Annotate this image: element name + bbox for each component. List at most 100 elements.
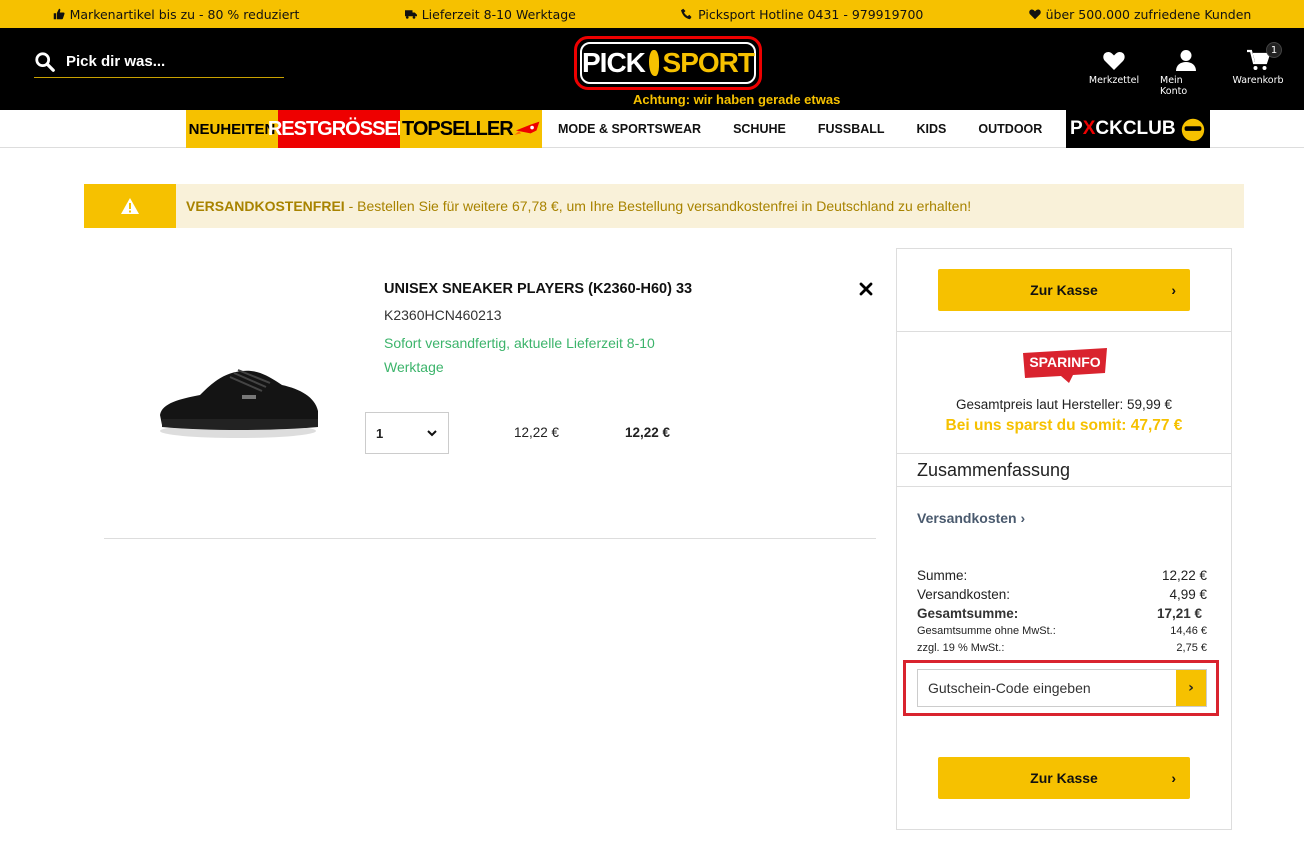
cart-button[interactable]: 1 Warenkorb	[1232, 42, 1284, 97]
alert-icon-box	[84, 184, 176, 228]
summary-row-shipping: Versandkosten: 4,99 €	[917, 587, 1207, 606]
savings-amount: Bei uns sparst du somit: 47,77 €	[945, 417, 1183, 434]
summary-row-subtotal: Summe: 12,22 €	[917, 568, 1207, 587]
nav-link-kids[interactable]: KIDS	[901, 110, 963, 148]
picksport-logo[interactable]: PICK SPORT	[574, 36, 762, 90]
rocket-icon	[514, 121, 540, 135]
phone-icon	[681, 8, 692, 20]
cart-label: Warenkorb	[1232, 75, 1284, 86]
row-label: Summe:	[917, 568, 968, 583]
alert-message: VERSANDKOSTENFREI - Bestellen Sie für we…	[176, 198, 971, 214]
logo-text-pick: PICK	[582, 47, 646, 78]
checkout-button-top[interactable]: Zur Kasse ›	[938, 269, 1190, 311]
bird-icon	[648, 50, 659, 76]
wishlist-button[interactable]: Merkzettel	[1088, 48, 1140, 97]
account-label: Mein Konto	[1160, 75, 1188, 97]
separator	[897, 486, 1231, 487]
quantity-select[interactable]: 1	[365, 412, 449, 454]
chevron-right-icon: ›	[1171, 770, 1176, 786]
thumbs-up-icon	[53, 8, 65, 20]
sparinfo-badge: SPARINFO	[1023, 348, 1107, 383]
row-value: 4,99 €	[1169, 587, 1207, 602]
order-summary-panel: Zur Kasse › SPARINFO Gesamtpreis laut He…	[896, 248, 1232, 830]
heart-icon	[1103, 52, 1125, 70]
coupon-submit-button[interactable]: ›	[1176, 670, 1206, 706]
logo-inner: PICK SPORT	[580, 42, 756, 84]
bird-mascot-icon	[1181, 118, 1204, 142]
chevron-right-icon: ›	[1188, 680, 1194, 696]
pickclub-text-p: P	[1070, 118, 1083, 139]
topbar-delivery-text: Lieferzeit 8-10 Werktage	[421, 6, 576, 22]
truck-icon	[404, 10, 417, 19]
search-bar	[34, 46, 284, 78]
topbar-hotline-text: Picksport Hotline 0431 - 979919700	[698, 6, 924, 22]
coupon-form: ›	[917, 669, 1207, 707]
logo-text-sport: SPORT	[662, 47, 755, 78]
separator	[897, 331, 1231, 332]
row-label: Versandkosten:	[917, 587, 1011, 602]
chevron-right-icon: ›	[1171, 282, 1176, 298]
nav-items: NEUHEITEN RESTGRÖSSEN TOPSELLER MODE & S…	[186, 110, 1211, 148]
nav-link-outdoor[interactable]: OUTDOOR	[962, 110, 1058, 148]
topbar-customers-text: über 500.000 zufriedene Kunden	[1045, 6, 1252, 22]
free-shipping-alert: VERSANDKOSTENFREI - Bestellen Sie für we…	[84, 184, 1244, 228]
top-info-bar: Markenartikel bis zu - 80 % reduziert Li…	[0, 0, 1304, 28]
header-actions: Merkzettel Mein Konto 1 Warenkorb	[1088, 42, 1284, 97]
sparinfo-text: SPARINFO	[1029, 354, 1100, 370]
topseller-label: TOPSELLER	[402, 117, 514, 140]
row-label: Gesamtsumme:	[917, 606, 1019, 621]
product-sku: K2360HCN460213	[384, 307, 502, 323]
warning-icon	[121, 198, 139, 214]
row-value: 17,21 €	[1156, 606, 1202, 621]
nav-link-schuhe[interactable]: SCHUHE	[717, 110, 802, 148]
topbar-item-hotline: Picksport Hotline 0431 - 979919700	[681, 7, 923, 22]
line-total-price: 12,22 €	[625, 425, 671, 440]
nav-banner-neuheiten[interactable]: NEUHEITEN	[186, 110, 278, 148]
cart-count-badge: 1	[1266, 42, 1282, 58]
search-icon[interactable]	[34, 51, 56, 73]
topbar-item-delivery: Lieferzeit 8-10 Werktage	[404, 6, 576, 22]
coupon-code-input[interactable]	[918, 670, 1176, 706]
nav-link-fussball[interactable]: FUSSBALL	[802, 110, 901, 148]
topbar-item-discount: Markenartikel bis zu - 80 % reduziert	[53, 6, 300, 22]
checkout-button-top-label: Zur Kasse	[1030, 282, 1098, 298]
main-navigation: NEUHEITEN RESTGRÖSSEN TOPSELLER MODE & S…	[0, 110, 1304, 148]
product-stock-status: Sofort versandfertig, aktuelle Lieferzei…	[384, 335, 655, 375]
row-value: 14,46 €	[1170, 625, 1207, 637]
nav-banner-topseller[interactable]: TOPSELLER	[400, 110, 542, 148]
summary-title: Zusammenfassung	[917, 460, 1071, 480]
checkout-button-bottom[interactable]: Zur Kasse ›	[938, 757, 1190, 799]
summary-row-total: Gesamtsumme: 17,21 €	[917, 606, 1207, 625]
row-value: 2,75 €	[1176, 642, 1207, 654]
summary-rows: Summe: 12,22 € Versandkosten: 4,99 € Gesam…	[917, 568, 1207, 659]
account-button[interactable]: Mein Konto	[1160, 48, 1212, 97]
close-icon	[859, 282, 873, 296]
product-image-sneaker[interactable]	[150, 355, 330, 445]
shipping-costs-label: Versandkosten	[917, 510, 1017, 526]
alert-body: - Bestellen Sie für weitere 67,78 €, um …	[344, 198, 972, 214]
topbar-item-customers: über 500.000 zufriedene Kunden	[1028, 6, 1252, 22]
news-ticker[interactable]: Achtung: wir haben gerade etwas	[633, 92, 853, 107]
remove-item-button[interactable]	[857, 280, 875, 298]
unit-price: 12,22 €	[514, 425, 560, 440]
site-header: PICK SPORT Achtung: wir haben gerade etw…	[0, 28, 1304, 110]
shipping-costs-link[interactable]: Versandkosten ›	[917, 510, 1025, 526]
nav-banner-pickclub[interactable]: P X CKCLUB	[1066, 110, 1211, 148]
alert-strong: VERSANDKOSTENFREI	[186, 198, 345, 214]
chevron-right-icon: ›	[1020, 510, 1026, 526]
quantity-value: 1	[376, 425, 384, 441]
product-title[interactable]: UNISEX SNEAKER PLAYERS (K2360-H60) 33	[384, 281, 692, 297]
user-icon	[1176, 50, 1196, 71]
wishlist-label: Merkzettel	[1088, 75, 1140, 86]
row-value: 12,22 €	[1161, 568, 1207, 583]
heart-icon	[1028, 9, 1041, 20]
manufacturer-price: Gesamtpreis laut Hersteller: 59,99 €	[955, 397, 1173, 412]
row-label: zzgl. 19 % MwSt.:	[917, 642, 1005, 654]
summary-row-net-total: Gesamtsumme ohne MwSt.: 14,46 €	[917, 625, 1207, 642]
pickclub-text-x: X	[1082, 118, 1096, 139]
pickclub-text-rest: CKCLUB	[1095, 118, 1176, 139]
nav-banner-restgroessen[interactable]: RESTGRÖSSEN	[268, 110, 411, 148]
search-input[interactable]	[66, 53, 266, 70]
nav-link-mode-sportswear[interactable]: MODE & SPORTSWEAR	[542, 110, 717, 148]
topbar-discount-text: Markenartikel bis zu - 80 % reduziert	[69, 6, 300, 22]
